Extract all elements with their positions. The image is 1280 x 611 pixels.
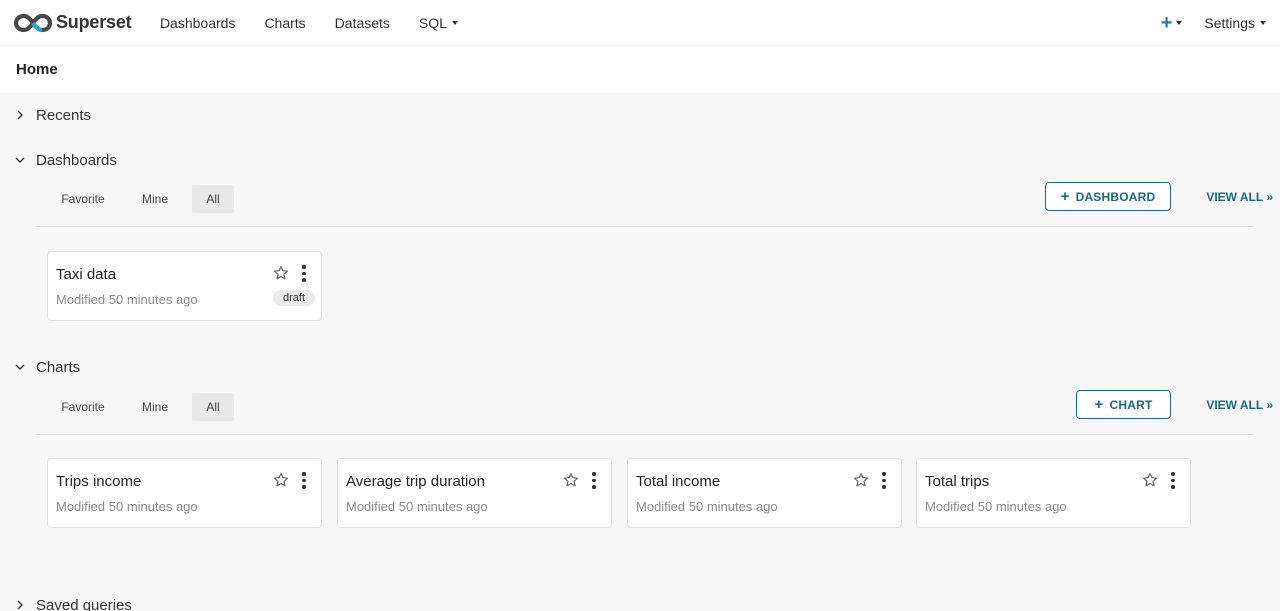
card-title[interactable]: Total trips <box>925 473 989 490</box>
tab-mine[interactable]: Mine <box>131 185 179 213</box>
chevron-right-icon <box>17 110 23 120</box>
chart-card[interactable]: Total trips Modified 50 minutes ago <box>916 458 1191 528</box>
add-chart-button[interactable]: + CHART <box>1076 390 1171 419</box>
plus-icon: + <box>1160 11 1173 34</box>
tab-favorite[interactable]: Favorite <box>52 393 114 421</box>
view-all-dashboards-link[interactable]: VIEW ALL » <box>1206 190 1273 204</box>
new-menu-button[interactable]: + <box>1151 13 1193 33</box>
chevron-right-icon <box>17 600 23 610</box>
section-title: Dashboards <box>36 151 117 169</box>
plus-icon: + <box>1094 396 1104 413</box>
chevron-down-icon <box>15 364 25 370</box>
chart-card[interactable]: Total income Modified 50 minutes ago <box>627 458 902 528</box>
card-modified: Modified 50 minutes ago <box>56 292 198 307</box>
card-modified: Modified 50 minutes ago <box>925 499 1067 514</box>
section-title: Saved queries <box>36 596 132 611</box>
status-badge: draft <box>272 290 315 306</box>
nav-item-charts[interactable]: Charts <box>250 15 320 31</box>
nav-item-label: Datasets <box>334 14 390 31</box>
charts-toolbar: Favorite Mine All + CHART VIEW ALL » <box>36 390 1273 435</box>
star-icon[interactable] <box>563 472 579 488</box>
star-icon[interactable] <box>273 472 289 488</box>
card-title[interactable]: Average trip duration <box>346 473 485 490</box>
superset-logo-icon <box>14 13 52 32</box>
add-dashboard-label: DASHBOARD <box>1075 189 1156 204</box>
section-title: Charts <box>36 358 81 376</box>
nav-item-datasets[interactable]: Datasets <box>320 15 404 31</box>
more-options-icon[interactable] <box>881 472 887 490</box>
nav-item-label: Dashboards <box>159 14 236 31</box>
more-options-icon[interactable] <box>1170 472 1176 490</box>
card-modified: Modified 50 minutes ago <box>346 499 488 514</box>
section-header-recents[interactable]: Recents <box>0 104 1280 126</box>
chart-card[interactable]: Average trip duration Modified 50 minute… <box>337 458 612 528</box>
card-title[interactable]: Trips income <box>56 473 141 490</box>
add-chart-label: CHART <box>1109 397 1153 412</box>
section-header-saved-queries[interactable]: Saved queries <box>0 594 1280 611</box>
chart-card[interactable]: Trips income Modified 50 minutes ago <box>47 458 322 528</box>
card-modified: Modified 50 minutes ago <box>56 499 198 514</box>
tab-favorite[interactable]: Favorite <box>52 185 114 213</box>
brand-name: Superset <box>56 12 132 32</box>
more-options-icon[interactable] <box>301 472 307 490</box>
nav-item-label: SQL <box>418 14 447 31</box>
tab-all[interactable]: All <box>192 393 234 421</box>
chart-cards: Trips income Modified 50 minutes ago Ave… <box>0 458 1280 558</box>
card-title[interactable]: Total income <box>636 473 720 490</box>
section-title: Recents <box>36 106 92 124</box>
settings-label: Settings <box>1204 14 1255 31</box>
star-icon[interactable] <box>273 265 289 281</box>
dashboards-toolbar: Favorite Mine All + DASHBOARD VIEW ALL » <box>36 182 1273 227</box>
nav-item-label: Charts <box>264 14 306 31</box>
card-title[interactable]: Taxi data <box>56 266 116 283</box>
settings-menu[interactable]: Settings <box>1192 15 1266 31</box>
star-icon[interactable] <box>853 472 869 488</box>
brand-logo[interactable]: Superset <box>14 12 132 33</box>
more-options-icon[interactable] <box>301 265 307 283</box>
add-dashboard-button[interactable]: + DASHBOARD <box>1045 182 1171 211</box>
page-title: Home <box>16 61 58 78</box>
caret-down-icon <box>1260 20 1266 25</box>
caret-down-icon <box>451 20 458 25</box>
dashboard-cards: Taxi data Modified 50 minutes ago draft <box>0 251 1280 351</box>
section-header-charts[interactable]: Charts <box>0 356 1280 378</box>
chevron-down-icon <box>15 157 25 163</box>
view-all-charts-link[interactable]: VIEW ALL » <box>1206 398 1273 412</box>
tab-mine[interactable]: Mine <box>131 393 179 421</box>
more-options-icon[interactable] <box>591 472 597 490</box>
nav-item-dashboards[interactable]: Dashboards <box>145 15 250 31</box>
top-navbar: Superset Dashboards Charts Datasets SQL … <box>0 0 1280 46</box>
nav-item-sql[interactable]: SQL <box>404 15 472 31</box>
dashboard-card[interactable]: Taxi data Modified 50 minutes ago draft <box>47 251 322 321</box>
tab-all[interactable]: All <box>192 185 234 213</box>
section-header-dashboards[interactable]: Dashboards <box>0 149 1280 171</box>
title-bar: Home <box>0 46 1280 93</box>
plus-icon: + <box>1060 188 1070 205</box>
star-icon[interactable] <box>1142 472 1158 488</box>
caret-down-icon <box>1176 20 1183 25</box>
card-modified: Modified 50 minutes ago <box>636 499 778 514</box>
